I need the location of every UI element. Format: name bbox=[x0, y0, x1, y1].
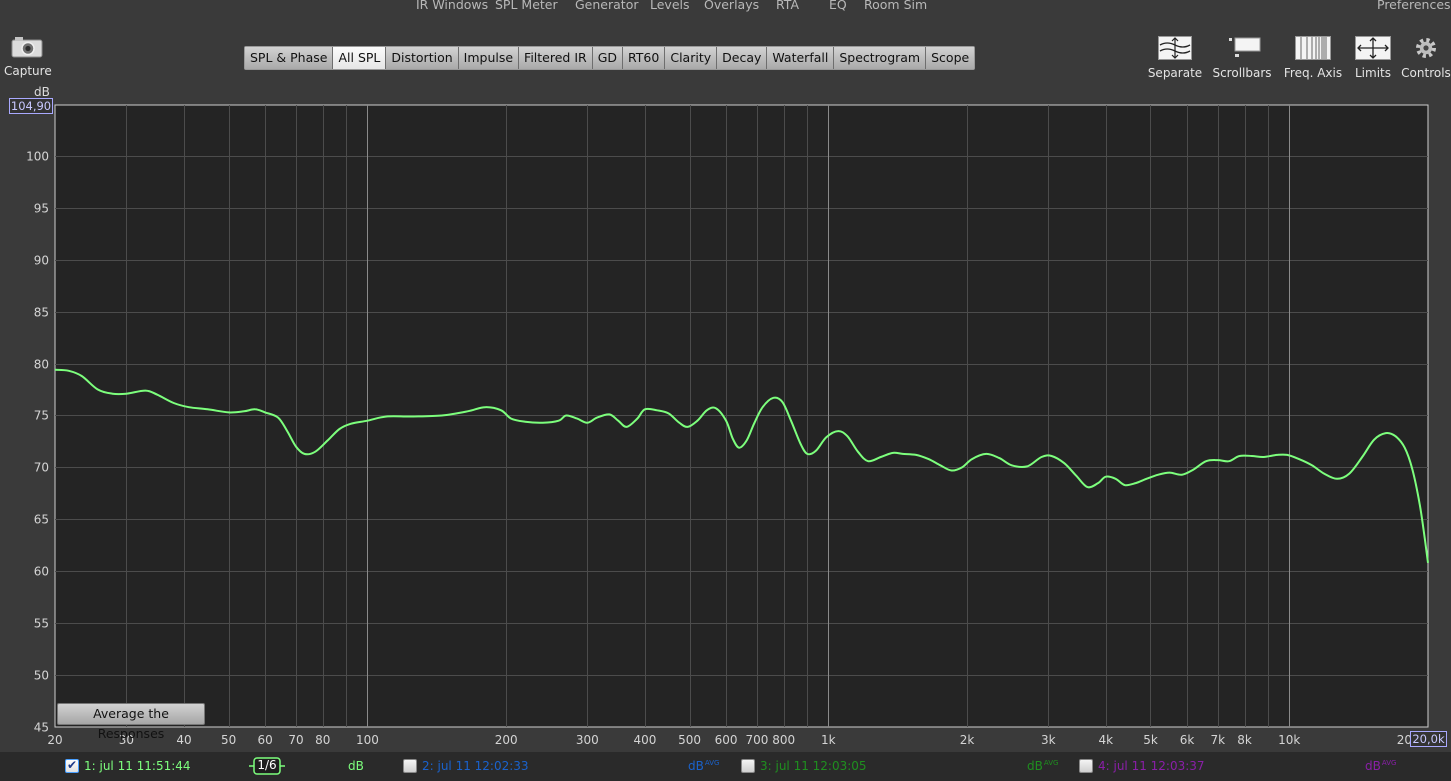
x-tick-label: 50 bbox=[221, 733, 236, 747]
y-tick-label: 85 bbox=[34, 306, 49, 320]
legend-3-checkbox[interactable] bbox=[741, 759, 755, 773]
y-tick-label: 80 bbox=[34, 358, 49, 372]
average-responses-button[interactable]: Average the Responses bbox=[57, 703, 205, 741]
legend-1-unit-text: dB bbox=[348, 759, 364, 773]
legend-2-unit-sup: AVG bbox=[704, 759, 720, 767]
legend-1-unit: dB bbox=[348, 759, 364, 773]
legend-2-checkbox[interactable] bbox=[403, 759, 417, 773]
x-tick-label: 3k bbox=[1041, 733, 1056, 747]
x-tick-label: 4k bbox=[1099, 733, 1114, 747]
legend-bar: 1: jul 11 11:51:44 1/6 dB 2: jul 11 12:0… bbox=[0, 752, 1451, 781]
x-tick-label: 100 bbox=[356, 733, 379, 747]
x-tick-label: 700 bbox=[745, 733, 768, 747]
smoothing-value: 1/6 bbox=[257, 758, 277, 772]
x-tick-label: 40 bbox=[176, 733, 191, 747]
x-tick-label: 60 bbox=[258, 733, 273, 747]
x-tick-label: 200 bbox=[495, 733, 518, 747]
legend-3-unit-text: dB bbox=[1027, 759, 1043, 773]
legend-2-unit: dBAVG bbox=[688, 759, 719, 773]
legend-2-unit-text: dB bbox=[688, 759, 704, 773]
legend-4-unit-text: dB bbox=[1365, 759, 1381, 773]
y-tick-label: 60 bbox=[34, 565, 49, 579]
y-tick-label: 100 bbox=[26, 150, 49, 164]
legend-3-unit-sup: AVG bbox=[1043, 759, 1059, 767]
legend-4-unit-sup: AVG bbox=[1381, 759, 1397, 767]
x-tick-label: 70 bbox=[288, 733, 303, 747]
y-tick-label: 55 bbox=[34, 617, 49, 631]
x-tick-label: 1k bbox=[821, 733, 836, 747]
x-tick-label: 5k bbox=[1143, 733, 1158, 747]
x-tick-label: 400 bbox=[633, 733, 656, 747]
y-max-input[interactable]: 104,90 bbox=[9, 98, 53, 114]
x-tick-label: 7k bbox=[1211, 733, 1226, 747]
y-axis-unit: dB bbox=[34, 85, 50, 99]
legend-4-label: 4: jul 11 12:03:37 bbox=[1098, 759, 1205, 773]
spl-chart: 4550556065707580859095100 20304050607080… bbox=[26, 104, 1429, 747]
smoothing-selector[interactable]: 1/6 bbox=[248, 757, 286, 775]
y-tick-label: 90 bbox=[34, 254, 49, 268]
x-tick-label: 300 bbox=[576, 733, 599, 747]
y-tick-labels: 4550556065707580859095100 bbox=[26, 150, 49, 735]
legend-4-checkbox[interactable] bbox=[1079, 759, 1093, 773]
x-tick-label: 10k bbox=[1278, 733, 1300, 747]
x-tick-label: 500 bbox=[678, 733, 701, 747]
x-tick-label: 20 bbox=[47, 733, 62, 747]
x-tick-labels: 203040506070801002003004005006007008001k… bbox=[47, 733, 1412, 747]
y-tick-label: 50 bbox=[34, 669, 49, 683]
x-tick-label: 600 bbox=[715, 733, 738, 747]
legend-1-label: 1: jul 11 11:51:44 bbox=[84, 759, 191, 773]
x-tick-label: 800 bbox=[772, 733, 795, 747]
y-tick-label: 95 bbox=[34, 202, 49, 216]
x-tick-label: 80 bbox=[315, 733, 330, 747]
x-tick-label: 6k bbox=[1180, 733, 1195, 747]
legend-2-label: 2: jul 11 12:02:33 bbox=[422, 759, 529, 773]
legend-3-label: 3: jul 11 12:03:05 bbox=[760, 759, 867, 773]
legend-3-unit: dBAVG bbox=[1027, 759, 1058, 773]
y-tick-label: 65 bbox=[34, 513, 49, 527]
x-max-input[interactable]: 20,0k bbox=[1410, 731, 1447, 747]
y-tick-label: 70 bbox=[34, 461, 49, 475]
y-tick-label: 75 bbox=[34, 409, 49, 423]
legend-1-checkbox[interactable] bbox=[65, 758, 79, 773]
x-tick-label: 8k bbox=[1237, 733, 1252, 747]
legend-4-unit: dBAVG bbox=[1365, 759, 1396, 773]
x-tick-label: 2k bbox=[960, 733, 975, 747]
